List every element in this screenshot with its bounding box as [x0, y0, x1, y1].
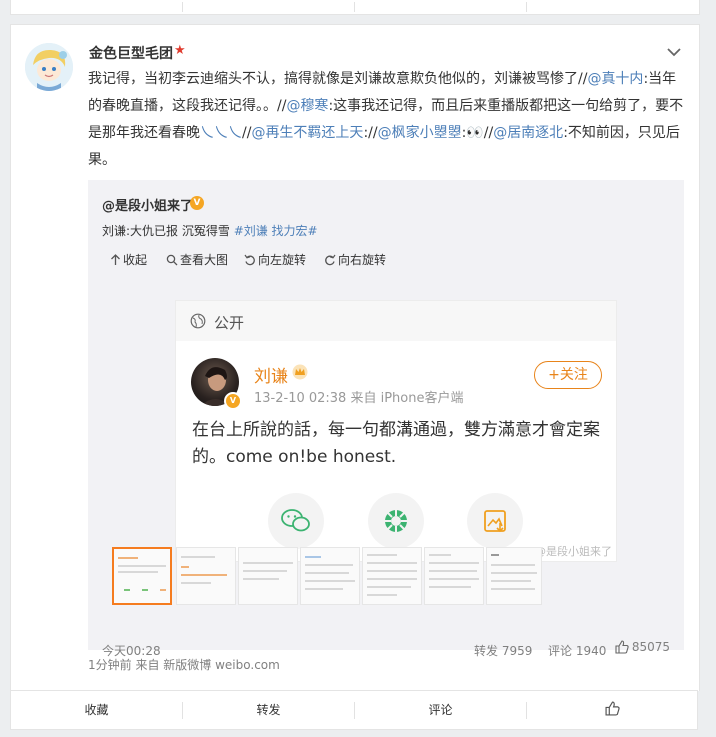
text-segment: 我记得，当初李云迪缩头不认，搞得就像是刘谦故意欺负他似的，刘谦被骂惨了// — [88, 71, 588, 87]
post-time[interactable]: 1分钟前 — [88, 658, 132, 672]
thumbnail-selected[interactable] — [112, 547, 172, 605]
mention-link[interactable]: @再生不羁还上天 — [251, 125, 363, 141]
chevron-down-icon[interactable] — [665, 43, 683, 61]
image-thumbnails — [102, 547, 542, 607]
favorite-button[interactable]: 收藏 — [11, 691, 182, 729]
verified-badge-icon: V — [224, 392, 242, 410]
rotate-right-button[interactable]: 向右旋转 — [324, 251, 386, 268]
thumbnail[interactable] — [300, 547, 360, 605]
mention-link[interactable]: @居南逐北 — [493, 125, 563, 141]
original-like-count: 85075 — [631, 640, 670, 654]
hashtag-link[interactable]: #刘谦 找力宏# — [234, 224, 318, 238]
follow-button: +关注 — [534, 361, 602, 389]
user-avatar[interactable] — [25, 43, 73, 91]
rotate-left-button[interactable]: 向左旋转 — [244, 251, 306, 268]
verified-badge-icon: V — [190, 196, 204, 210]
text-segment: :// — [363, 125, 378, 141]
author-name[interactable]: 金色巨型毛团 — [89, 43, 173, 63]
rotate-left-icon — [244, 254, 255, 265]
original-author-link[interactable]: @是段小姐来了 — [102, 195, 193, 214]
like-button[interactable] — [527, 691, 697, 729]
image-watermark: @是段小姐来了 — [535, 545, 612, 558]
thumbnail[interactable] — [176, 547, 236, 605]
collapse-label: 收起 — [123, 253, 148, 267]
collapse-button[interactable]: 收起 — [110, 251, 147, 268]
wechat-icon — [268, 493, 324, 549]
arrow-up-icon — [111, 253, 120, 265]
thumbnail[interactable] — [424, 547, 484, 605]
vip-star-icon: ★ — [174, 43, 186, 58]
save-image-icon — [467, 493, 523, 549]
strip-separator — [526, 2, 527, 12]
mention-link[interactable]: @真十内 — [587, 71, 643, 87]
reposted-weibo: @是段小姐来了 V 刘谦:大仇已报 沉冤得雪 #刘谦 找力宏# 收起 查看大图 … — [88, 180, 684, 658]
post-action-bar: 收藏 转发 评论 — [10, 690, 698, 730]
rotate-left-label: 向左旋转 — [258, 253, 307, 267]
original-like-button[interactable]: 85075 — [615, 640, 670, 654]
post-source: 来自 新版微博 weibo.com — [135, 658, 280, 672]
crown-icon — [291, 364, 309, 384]
moments-icon — [368, 493, 424, 549]
thumbnail[interactable] — [486, 547, 542, 605]
mention-link[interactable]: @穆寒 — [286, 98, 328, 114]
original-forward-count[interactable]: 转发 7959 — [474, 642, 532, 659]
strip-separator — [182, 2, 183, 12]
rotate-right-icon — [325, 254, 336, 265]
thumbnail[interactable] — [362, 547, 422, 605]
original-text-plain: 刘谦:大仇已报 沉冤得雪 — [102, 224, 234, 238]
eyes-emoji-icon: 👀 — [466, 125, 484, 141]
visibility-label: 公开 — [214, 314, 245, 332]
thumbs-up-icon — [604, 701, 620, 716]
comment-button[interactable]: 评论 — [355, 691, 526, 729]
text-segment: // — [483, 125, 494, 141]
previous-card-bottom — [10, 0, 700, 15]
original-text: 刘谦:大仇已报 沉冤得雪 #刘谦 找力宏# — [102, 222, 318, 239]
screenshot-meta: 13-2-10 02:38 来自 iPhone客户端 — [254, 391, 464, 406]
weibo-post-card: 金色巨型毛团 ★ 我记得，当初李云迪缩头不认，搞得就像是刘谦故意欺负他似的，刘谦… — [10, 24, 700, 691]
original-comment-count[interactable]: 评论 1940 — [548, 642, 606, 659]
mention-link[interactable]: @枫家小曌曌 — [378, 125, 462, 141]
view-large-button[interactable]: 查看大图 — [166, 251, 228, 268]
emoticon-text: 乀乀乀 — [200, 125, 242, 141]
view-large-label: 查看大图 — [180, 253, 229, 267]
search-icon — [166, 254, 178, 265]
screenshot-author-name: 刘谦 — [254, 367, 288, 387]
globe-icon — [190, 313, 206, 333]
post-text: 我记得，当初李云迪缩头不认，搞得就像是刘谦故意欺负他似的，刘谦被骂惨了//@真十… — [88, 66, 684, 174]
forward-button[interactable]: 转发 — [183, 691, 354, 729]
thumbs-up-icon — [615, 640, 629, 654]
thumbnail[interactable] — [238, 547, 298, 605]
strip-separator — [354, 2, 355, 12]
rotate-right-label: 向右旋转 — [338, 253, 387, 267]
screenshot-post-text: 在台上所說的話，每一句都溝通過，雙方滿意才會定案的。come on!be hon… — [192, 420, 600, 467]
post-time-source: 1分钟前 来自 新版微博 weibo.com — [88, 656, 280, 673]
post-screenshot-image[interactable]: 公开 V 刘谦 13-2-10 02:38 来自 iPhone客户端 +关注 在… — [175, 300, 617, 562]
